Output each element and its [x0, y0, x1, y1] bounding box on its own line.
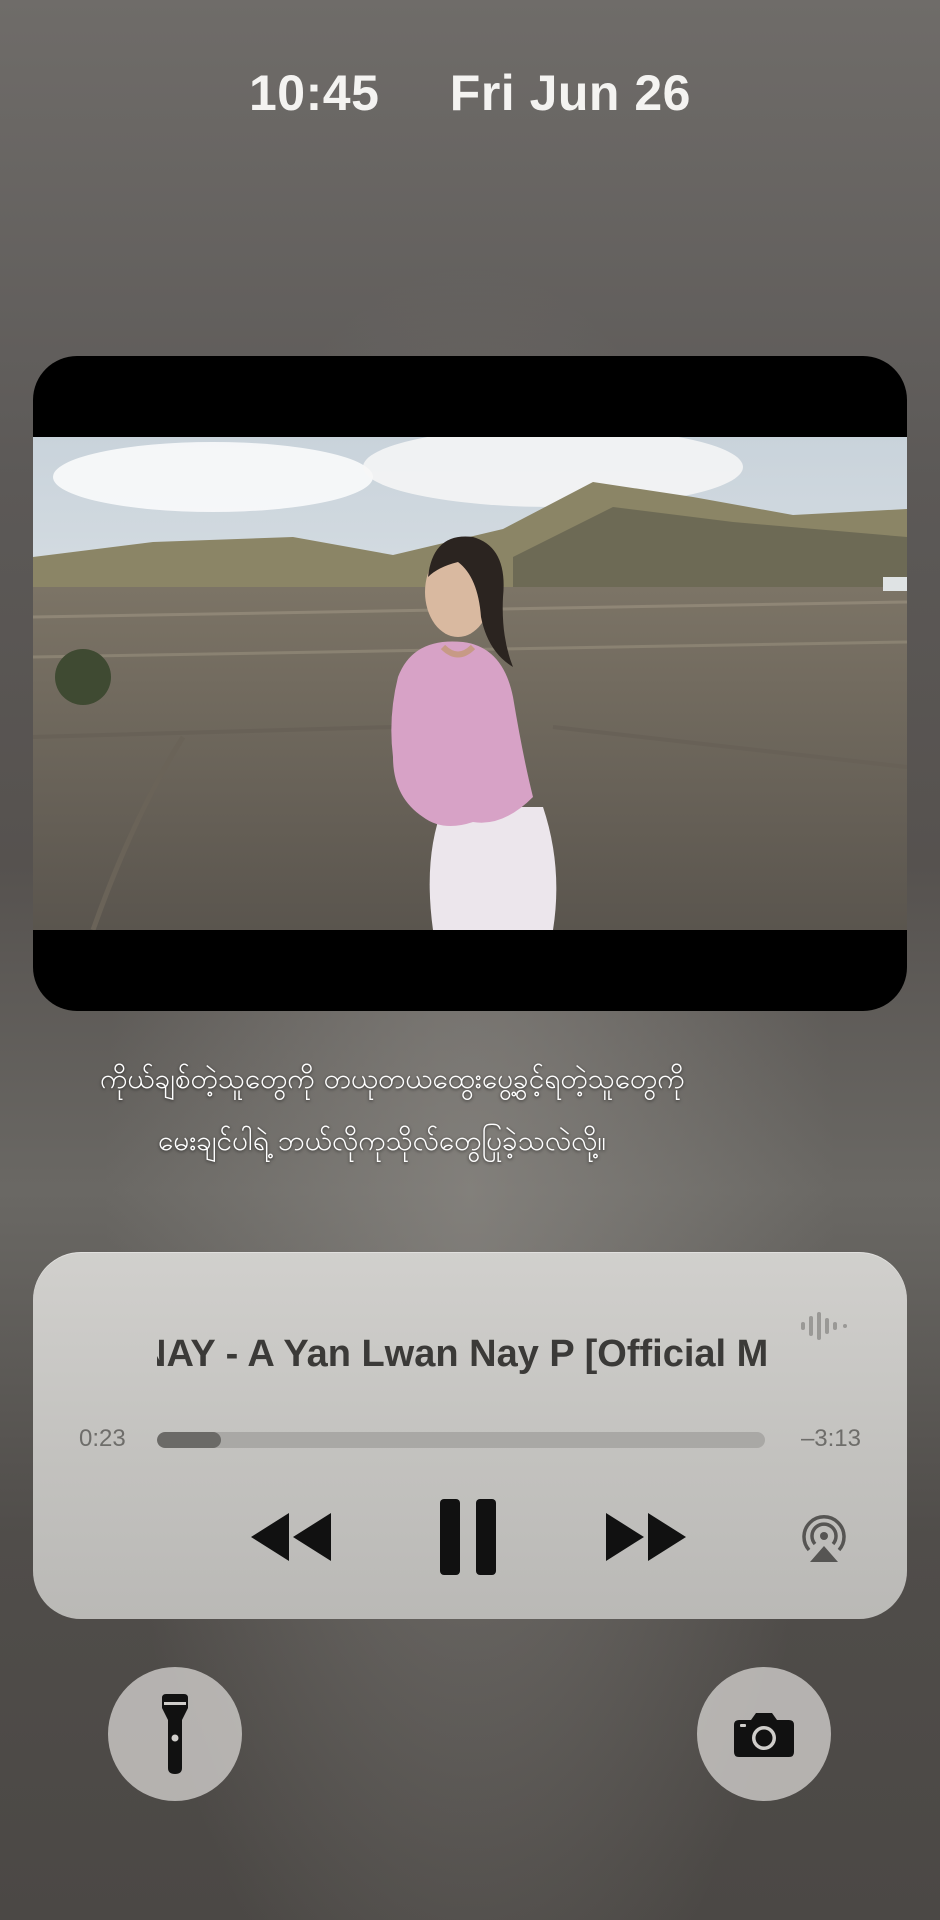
fast-forward-icon [606, 1513, 686, 1561]
flashlight-button[interactable] [108, 1667, 242, 1801]
rewind-icon [251, 1513, 331, 1561]
now-playing-widget[interactable]: NAY - A Yan Lwan Nay P [Official M 0:23 … [33, 1252, 907, 1619]
clock-date: Fri Jun 26 [449, 65, 691, 121]
airplay-icon [802, 1515, 846, 1562]
camera-button[interactable] [697, 1667, 831, 1801]
video-player[interactable] [33, 356, 907, 1011]
video-subtitles: ကိုယ်ချစ်တဲ့သူတွေကို တယုတယထွေးပွေ့ခွင့်ရ… [60, 1054, 880, 1178]
fast-forward-button[interactable] [601, 1492, 691, 1582]
airplay-button[interactable] [793, 1492, 855, 1582]
clock-time: 10:45 [249, 65, 380, 121]
rewind-button[interactable] [246, 1492, 336, 1582]
camera-icon [734, 1713, 794, 1757]
video-thumbnail-image [33, 437, 907, 930]
subtitle-line-1: ကိုယ်ချစ်တဲ့သူတွေကို တယုတယထွေးပွေ့ခွင့်ရ… [100, 1062, 685, 1095]
progress-scrubber[interactable] [157, 1432, 765, 1448]
lock-screen-header: 10:45 Fri Jun 26 [0, 64, 940, 134]
subtitle-line-2: မေးချင်ပါရဲ့ ဘယ်လိုကုသိုလ်တွေပြုခဲ့သလဲလိ… [158, 1124, 606, 1157]
audio-wave-icon [801, 1312, 847, 1340]
pause-icon [440, 1499, 496, 1575]
remaining-time: –3:13 [800, 1425, 861, 1452]
track-title: NAY - A Yan Lwan Nay P [Official M [157, 1333, 769, 1375]
elapsed-time: 0:23 [79, 1425, 126, 1452]
pause-button[interactable] [428, 1492, 508, 1582]
track-title-marquee[interactable]: NAY - A Yan Lwan Nay P [Official M [157, 1326, 777, 1382]
progress-fill [157, 1432, 221, 1448]
video-frame [33, 437, 907, 1011]
flashlight-icon [162, 1694, 188, 1774]
